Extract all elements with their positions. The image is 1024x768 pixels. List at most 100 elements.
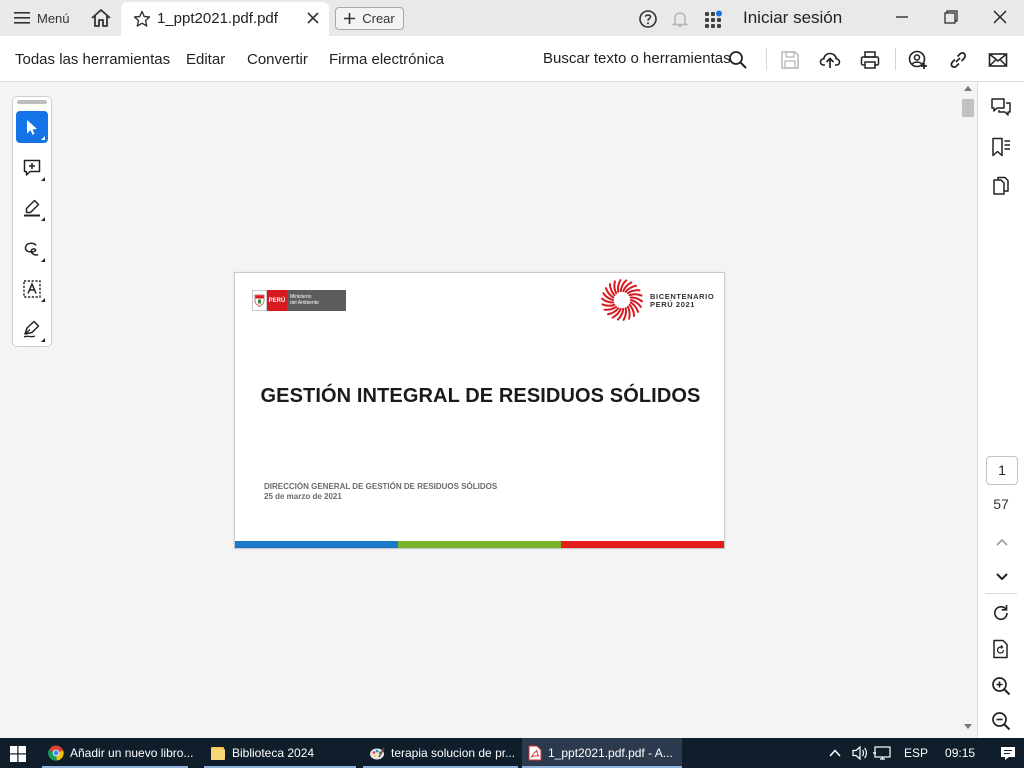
windows-start-icon[interactable] — [10, 746, 26, 762]
comment-add-icon — [23, 159, 41, 176]
taskbar-item-acrobat[interactable]: 1_ppt2021.pdf.pdf - A... — [522, 738, 682, 768]
apps-grid-icon[interactable] — [703, 9, 723, 29]
taskbar-item-folder[interactable]: Biblioteca 2024 — [204, 738, 356, 768]
document-tab[interactable]: 1_ppt2021.pdf.pdf — [121, 2, 329, 36]
stripe-blue — [235, 541, 398, 548]
ministry-label: Ministerio del Ambiente — [287, 290, 346, 311]
submenu-indicator — [41, 136, 45, 140]
document-subtitle: DIRECCIÓN GENERAL DE GESTIÓN DE RESIDUOS… — [264, 482, 498, 491]
plus-icon — [344, 13, 356, 24]
title-bar: Menú 1_ppt2021.pdf.pdf Crear Iniciar ses… — [0, 0, 1024, 36]
sign-tool[interactable] — [16, 313, 48, 345]
search-icon[interactable] — [727, 49, 749, 71]
taskbar-item-label: 1_ppt2021.pdf.pdf - A... — [548, 746, 673, 760]
create-label: Crear — [362, 11, 395, 26]
scroll-down-arrow-icon[interactable] — [964, 724, 972, 729]
star-icon[interactable] — [133, 10, 151, 28]
pdf-page: PERÚ Ministerio del Ambiente BICENTENARI… — [234, 272, 725, 549]
bicentenario-text: BICENTENARIO PERÚ 2021 — [650, 293, 714, 309]
quick-tools-panel — [12, 96, 52, 347]
taskbar-item-paint[interactable]: terapia solucion de pr... — [363, 738, 518, 768]
bicentenario-line-2: PERÚ 2021 — [650, 300, 696, 309]
vertical-scrollbar[interactable] — [959, 82, 977, 738]
pdf-file-icon — [528, 745, 542, 761]
highlight-tool[interactable] — [16, 192, 48, 224]
divider — [985, 593, 1017, 594]
menu-label: Menú — [37, 10, 70, 26]
submenu-indicator — [41, 177, 45, 181]
menu-button[interactable]: Menú — [14, 8, 70, 28]
bicentenario-emblem-icon — [601, 279, 643, 321]
menu-e-signature[interactable]: Firma electrónica — [329, 51, 444, 68]
ministry-line-2: del Ambiente — [290, 300, 319, 306]
document-date: 25 de marzo de 2021 — [264, 492, 342, 501]
volume-icon[interactable] — [851, 745, 869, 761]
select-tool[interactable] — [16, 111, 48, 143]
network-icon[interactable] — [873, 745, 893, 761]
search-tools-label[interactable]: Buscar texto o herramientas — [543, 50, 731, 67]
chevron-down-icon[interactable] — [991, 565, 1013, 587]
divider — [766, 48, 767, 70]
link-icon[interactable] — [947, 49, 969, 71]
pen-sign-icon — [23, 320, 40, 338]
bicentenario-logo: BICENTENARIO PERÚ 2021 — [600, 278, 720, 322]
document-refresh-icon[interactable] — [990, 638, 1012, 660]
text-recognition-tool[interactable] — [16, 273, 48, 305]
bookmarks-icon[interactable] — [990, 136, 1012, 158]
submenu-indicator — [41, 217, 45, 221]
folder-icon — [211, 747, 225, 760]
chevron-up-icon[interactable] — [828, 746, 842, 760]
print-icon[interactable] — [859, 49, 881, 71]
taskbar-item-label: Biblioteca 2024 — [232, 746, 315, 760]
cloud-upload-icon[interactable] — [819, 49, 841, 71]
chrome-icon — [48, 745, 64, 761]
close-window-icon[interactable] — [991, 8, 1009, 26]
comments-icon[interactable] — [990, 96, 1012, 118]
taskbar-item-chrome[interactable]: Añadir un nuevo libro... — [42, 738, 194, 768]
menu-convert[interactable]: Convertir — [247, 51, 308, 68]
right-side-panel: 1 57 — [977, 82, 1024, 738]
scroll-thumb[interactable] — [962, 99, 974, 117]
draw-tool[interactable] — [16, 233, 48, 265]
tab-title: 1_ppt2021.pdf.pdf — [157, 10, 278, 27]
peru-label: PERÚ — [267, 290, 287, 311]
bell-icon[interactable] — [670, 9, 690, 29]
highlighter-icon — [24, 199, 40, 217]
text-select-icon — [23, 280, 41, 298]
chevron-up-icon[interactable] — [991, 531, 1013, 553]
freehand-icon — [24, 242, 39, 256]
taskbar-item-label: terapia solucion de pr... — [391, 746, 516, 760]
zoom-in-icon[interactable] — [990, 675, 1012, 697]
language-indicator[interactable]: ESP — [904, 746, 928, 760]
notifications-icon[interactable] — [1000, 745, 1016, 761]
clock[interactable]: 09:15 — [945, 746, 975, 760]
email-icon[interactable] — [987, 49, 1009, 71]
close-tab-icon[interactable] — [306, 11, 320, 25]
windows-taskbar: Añadir un nuevo libro... Biblioteca 2024… — [0, 738, 1024, 768]
zoom-out-icon[interactable] — [990, 710, 1012, 732]
menu-all-tools[interactable]: Todas las herramientas — [15, 51, 170, 68]
stripe-red — [561, 541, 724, 548]
panel-grip[interactable] — [17, 100, 47, 104]
paint-palette-icon — [370, 747, 385, 760]
peru-shield-icon — [252, 290, 267, 311]
pages-thumbnails-icon[interactable] — [990, 175, 1012, 197]
add-comment-tool[interactable] — [16, 152, 48, 184]
restore-icon[interactable] — [942, 8, 960, 26]
menu-bar: Todas las herramientas Editar Convertir … — [0, 36, 1024, 82]
hamburger-icon — [14, 12, 30, 24]
save-icon[interactable] — [779, 49, 801, 71]
signin-link[interactable]: Iniciar sesión — [743, 8, 842, 28]
menu-edit[interactable]: Editar — [186, 51, 225, 68]
share-user-icon[interactable] — [907, 49, 929, 71]
home-button[interactable] — [90, 8, 112, 28]
submenu-indicator — [41, 338, 45, 342]
minimize-icon[interactable] — [893, 8, 911, 26]
help-icon[interactable] — [638, 9, 658, 29]
taskbar-item-label: Añadir un nuevo libro... — [70, 746, 194, 760]
scroll-up-arrow-icon[interactable] — [964, 86, 972, 91]
create-button[interactable]: Crear — [335, 7, 404, 30]
home-icon — [91, 9, 111, 27]
rotate-icon[interactable] — [990, 602, 1012, 624]
current-page-input[interactable]: 1 — [986, 456, 1018, 485]
